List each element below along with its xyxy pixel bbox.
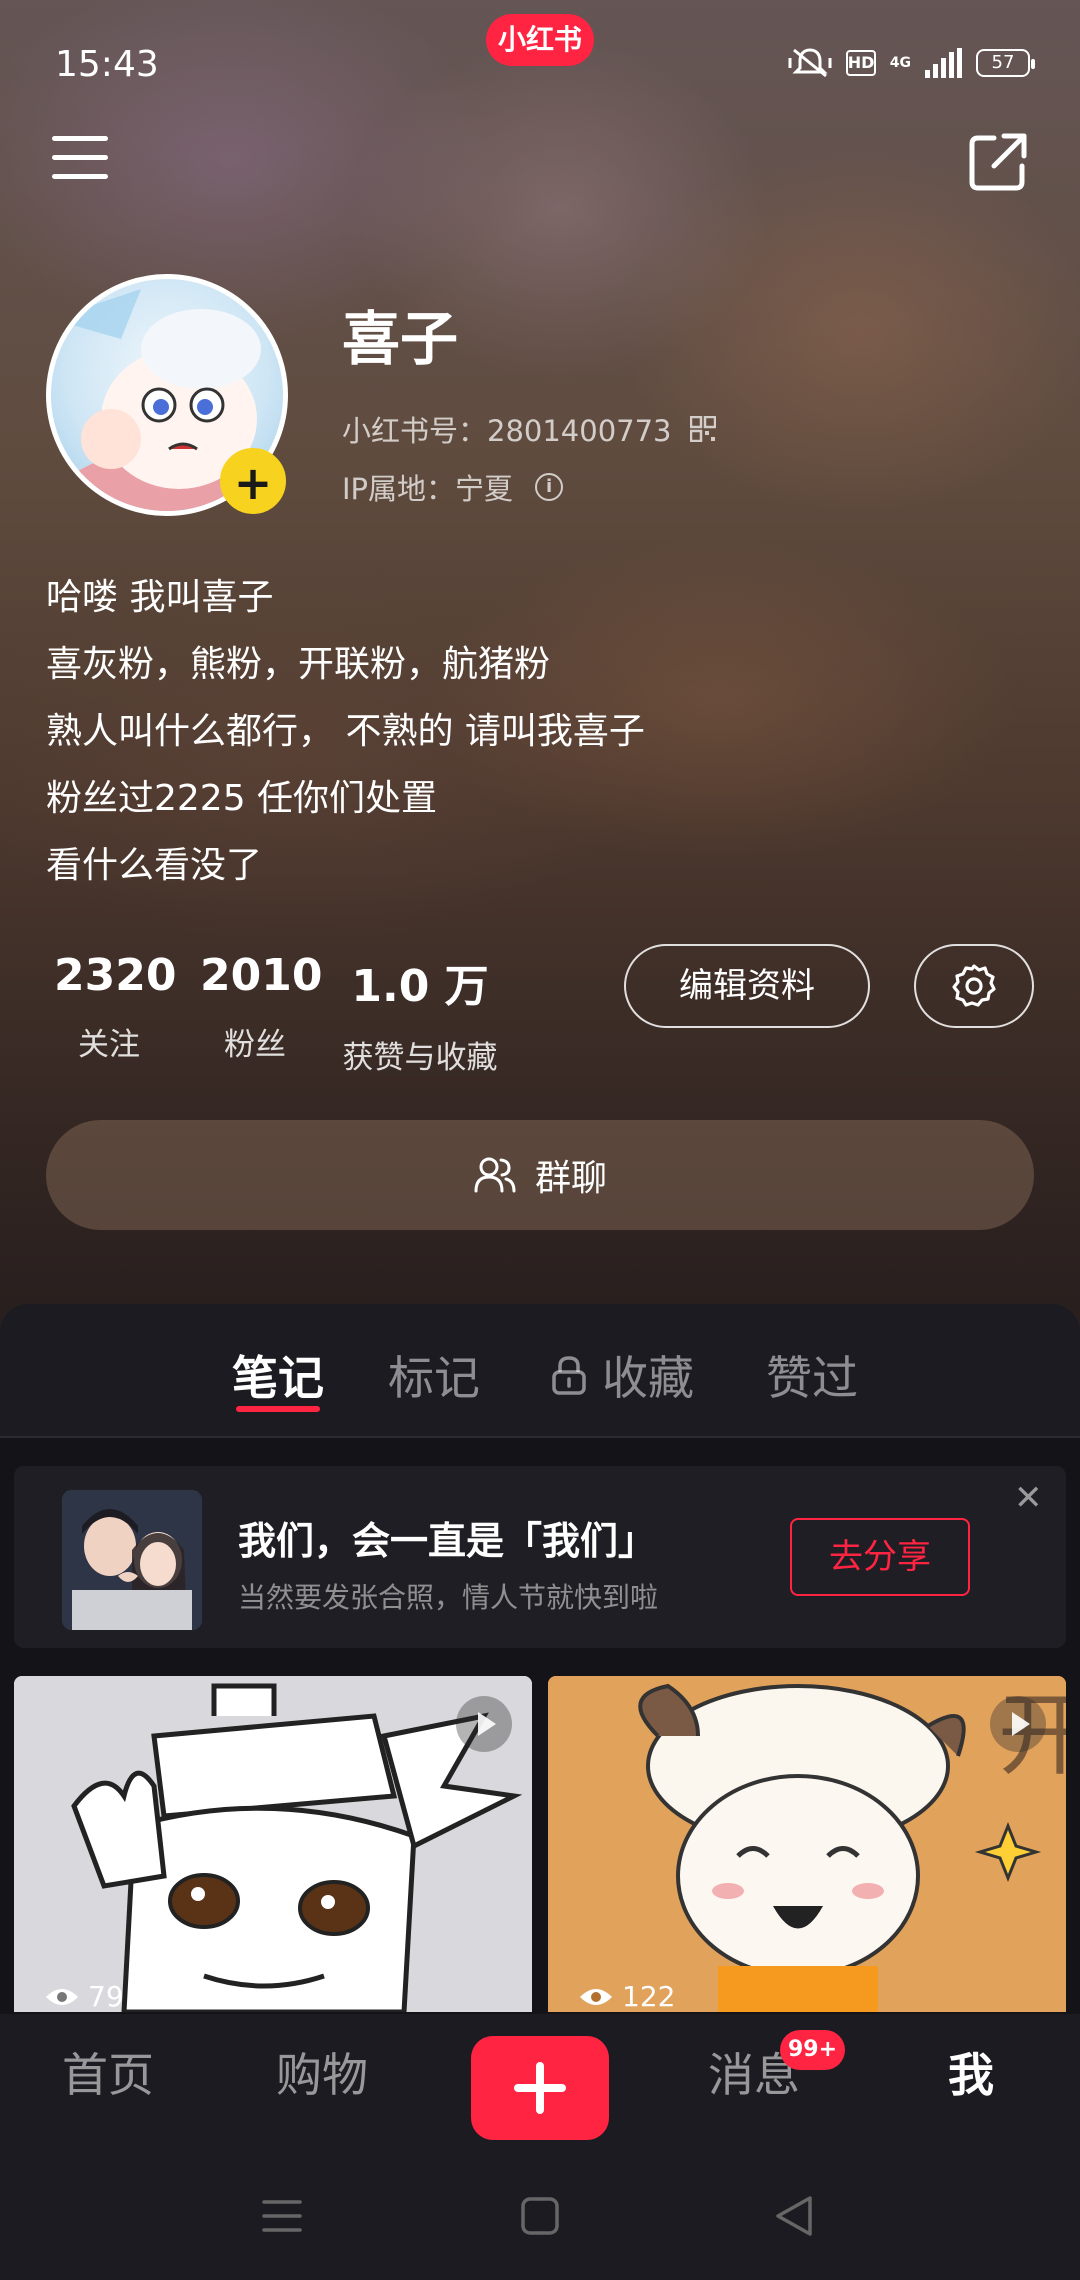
- back-icon[interactable]: [774, 2194, 814, 2238]
- view-count-value: 122: [622, 1980, 676, 2012]
- tab-label: 笔记: [232, 1351, 324, 1405]
- add-avatar-plus-icon[interactable]: +: [220, 448, 286, 514]
- play-icon: [990, 1696, 1046, 1752]
- status-time: 15:43: [55, 44, 159, 85]
- status-bar: 15:43 小红书 HD 4G 57: [0, 0, 1080, 130]
- info-icon[interactable]: i: [535, 473, 564, 501]
- hd-icon: HD: [845, 50, 876, 76]
- stat-value: 2320: [54, 950, 177, 1001]
- close-icon[interactable]: ✕: [1014, 1478, 1043, 1518]
- edit-profile-button[interactable]: 编辑资料: [624, 944, 870, 1028]
- bottom-nav: 首页 购物 消息 99+ 我: [0, 2014, 1080, 2154]
- tab-label: 赞过: [766, 1351, 858, 1405]
- stat-label: 粉丝: [224, 1027, 286, 1063]
- promo-share-button[interactable]: 去分享: [790, 1518, 970, 1596]
- active-tab-indicator: [236, 1406, 320, 1412]
- group-chat-button[interactable]: 群聊: [46, 1120, 1034, 1230]
- stat-value: 1.0 万: [351, 961, 489, 1012]
- view-count: 122: [578, 1980, 675, 2012]
- nav-me[interactable]: 我: [948, 2039, 994, 2105]
- system-navigation-bar: [0, 2154, 1080, 2280]
- note-cover-image: [14, 1676, 532, 2012]
- app-badge: 小红书: [486, 14, 594, 66]
- share-icon[interactable]: [966, 130, 1030, 194]
- signal-icon: [925, 48, 962, 78]
- eye-icon: [580, 1988, 612, 2005]
- play-icon: [456, 1696, 512, 1752]
- promo-subtitle: 当然要发张合照，情人节就快到啦: [238, 1581, 659, 1614]
- group-chat-label: 群聊: [534, 1158, 607, 1199]
- publish-button[interactable]: [471, 2036, 609, 2140]
- tab-label: 标记: [388, 1351, 480, 1405]
- menu-icon[interactable]: [52, 136, 108, 186]
- qrcode-icon[interactable]: [689, 416, 716, 442]
- note-card[interactable]: 79: [14, 1676, 532, 2012]
- view-count-value: 79: [88, 1980, 124, 2012]
- network-type: 4G: [889, 55, 911, 71]
- tab-label: 收藏: [602, 1351, 694, 1405]
- gear-icon: [952, 964, 996, 1007]
- bio-line: 哈喽 我叫喜子: [46, 577, 274, 618]
- nav-shop[interactable]: 购物: [276, 2039, 368, 2105]
- bio-line: 喜灰粉，熊粉，开联粉，航猪粉: [46, 644, 551, 685]
- nickname: 喜子: [342, 305, 459, 373]
- bio-line: 粉丝过2225 任你们处置: [46, 778, 438, 819]
- recent-apps-icon[interactable]: [260, 2196, 304, 2236]
- settings-button[interactable]: [914, 944, 1034, 1028]
- stat-likes-collects[interactable]: 1.0 万 获赞与收藏: [334, 950, 506, 1077]
- bio-line: 熟人叫什么都行， 不熟的 请叫我喜子: [46, 711, 645, 752]
- status-icons: HD 4G 57: [788, 46, 1035, 80]
- battery-icon: 57: [976, 49, 1035, 77]
- ip-location: IP属地：宁夏: [342, 472, 514, 506]
- mute-vibrate-icon: [788, 48, 832, 78]
- view-count: 79: [44, 1980, 124, 2012]
- messages-badge: 99+: [780, 2030, 846, 2070]
- stat-label: 关注: [78, 1027, 140, 1063]
- eye-icon: [46, 1988, 78, 2005]
- group-icon: [474, 1157, 516, 1193]
- home-icon[interactable]: [520, 2196, 560, 2236]
- plus-icon: [514, 2062, 566, 2114]
- bio: 哈喽 我叫喜子 喜灰粉，熊粉，开联粉，航猪粉 熟人叫什么都行， 不熟的 请叫我喜…: [46, 564, 645, 899]
- stat-following[interactable]: 2320 关注: [54, 950, 177, 1064]
- stat-followers[interactable]: 2010 粉丝: [200, 950, 323, 1064]
- note-card[interactable]: 开 122: [548, 1676, 1066, 2012]
- profile-tabs: 笔记 标记 收藏 赞过: [0, 1304, 1080, 1436]
- tab-marked[interactable]: 标记: [388, 1342, 480, 1408]
- ip-location-row: IP属地：宁夏 i: [342, 466, 564, 508]
- stat-value: 2010: [200, 950, 323, 1001]
- tab-liked[interactable]: 赞过: [766, 1342, 858, 1408]
- tab-collections[interactable]: 收藏: [550, 1342, 694, 1408]
- promo-title: 我们，会一直是「我们」: [238, 1519, 657, 1563]
- stat-label: 获赞与收藏: [342, 1040, 498, 1076]
- bio-line: 看什么看没了: [46, 845, 263, 886]
- nav-home[interactable]: 首页: [62, 2039, 154, 2105]
- account-id-row[interactable]: 小红书号：2801400773: [342, 408, 716, 450]
- promo-thumbnail: [62, 1490, 202, 1630]
- promo-card[interactable]: 我们，会一直是「我们」 当然要发张合照，情人节就快到啦 去分享 ✕: [14, 1466, 1066, 1648]
- note-cover-image: 开: [548, 1676, 1066, 2012]
- tab-notes[interactable]: 笔记: [232, 1342, 324, 1408]
- account-id: 小红书号：2801400773: [342, 414, 672, 448]
- lock-icon: [552, 1356, 586, 1395]
